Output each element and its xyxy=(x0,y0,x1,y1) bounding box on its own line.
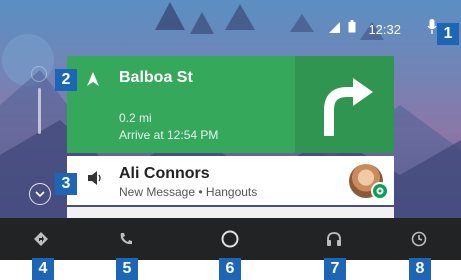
distance: 0.2 mi xyxy=(119,111,152,125)
mic-icon[interactable] xyxy=(427,19,437,39)
street-name: Balboa St xyxy=(119,69,193,86)
callout-3: 3 xyxy=(55,173,77,195)
callout-6: 6 xyxy=(219,258,241,280)
battery-icon xyxy=(348,20,356,38)
callout-4: 4 xyxy=(32,258,54,280)
turn-right-arrow-icon xyxy=(313,70,377,143)
navigation-icon[interactable] xyxy=(30,228,52,250)
hangouts-icon xyxy=(371,182,389,200)
scroll-up-button[interactable] xyxy=(31,66,47,82)
callout-1: 1 xyxy=(437,23,459,45)
headphones-icon[interactable] xyxy=(323,228,345,250)
scroll-rail xyxy=(30,66,48,146)
arrival-time: Arrive at 12:54 PM xyxy=(119,128,219,142)
speaker-icon[interactable] xyxy=(88,171,102,190)
callout-8: 8 xyxy=(409,258,431,280)
callout-7: 7 xyxy=(324,258,346,280)
status-bar: 12:32 xyxy=(329,19,437,39)
home-icon[interactable] xyxy=(219,228,241,250)
message-detail: New Message • Hangouts xyxy=(119,185,258,199)
callout-5: 5 xyxy=(116,258,138,280)
navigation-arrow-icon xyxy=(87,72,99,91)
chevron-down-icon xyxy=(35,185,45,203)
direction-panel xyxy=(295,56,394,153)
scroll-down-button[interactable] xyxy=(29,183,51,205)
cell-signal-icon xyxy=(329,20,341,38)
phone-icon[interactable] xyxy=(115,228,137,250)
clock: 12:32 xyxy=(368,21,401,37)
contact-name: Ali Connors xyxy=(119,165,210,182)
message-card[interactable]: Ali Connors New Message • Hangouts xyxy=(67,156,394,205)
navigation-card[interactable]: Balboa St 0.2 mi Arrive at 12:54 PM xyxy=(67,56,394,153)
exit-icon[interactable] xyxy=(408,228,430,250)
scroll-track[interactable] xyxy=(38,88,41,134)
callout-2: 2 xyxy=(55,69,77,91)
next-card-peek xyxy=(67,207,394,218)
bottom-nav-bar xyxy=(0,218,461,260)
